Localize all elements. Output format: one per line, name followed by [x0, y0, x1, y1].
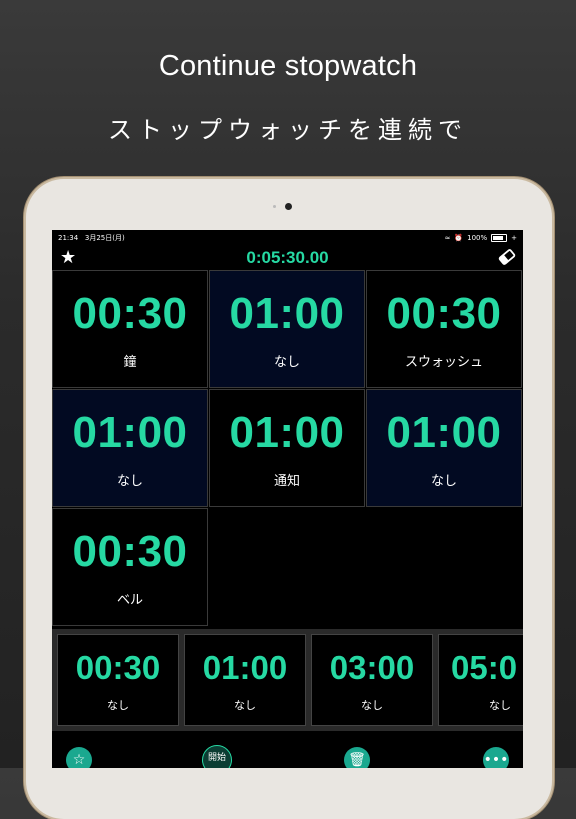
trash-icon: 🗑	[348, 752, 366, 768]
timer-time: 00:30	[72, 527, 188, 576]
timer-sound: なし	[273, 355, 300, 370]
star-outline-icon: ☆	[72, 752, 86, 768]
eraser-icon[interactable]	[497, 247, 517, 271]
headline-subtitle: ストップウォッチを連続で	[108, 116, 468, 144]
wifi-icon: ≈	[444, 234, 451, 242]
timer-sound: なし	[430, 474, 457, 489]
timer-cell[interactable]: 01:00 なし	[209, 270, 365, 388]
preset-bar: 00:30 なし 01:00 なし 03:00 なし 05:0 なし	[52, 629, 523, 731]
timer-time: 01:00	[72, 408, 188, 457]
more-button[interactable]: •••	[483, 747, 509, 768]
timer-cell[interactable]: 01:00 なし	[52, 389, 208, 507]
front-camera	[285, 203, 292, 210]
timer-time: 01:00	[229, 408, 345, 457]
nav-bar: ★ 0:05:30.00	[52, 246, 523, 270]
timer-sound: なし	[116, 474, 143, 489]
timer-sound: スウォッシュ	[404, 355, 483, 370]
timer-sound: ベル	[116, 593, 143, 608]
preset-time: 01:00	[202, 649, 288, 686]
battery-icon	[491, 234, 508, 242]
headline-title: Continue stopwatch	[158, 50, 418, 82]
timer-time: 01:00	[229, 289, 345, 338]
timer-sound: 鐘	[123, 355, 137, 370]
timer-cell[interactable]: 00:30 スウォッシュ	[366, 270, 522, 388]
alarm-icon: ⏰	[454, 234, 464, 242]
battery-percent: 100%	[467, 234, 488, 242]
timer-time: 01:00	[386, 408, 502, 457]
timer-cell[interactable]: 01:00 通知	[209, 389, 365, 507]
more-icon: •••	[483, 752, 509, 768]
front-sensor	[273, 205, 276, 208]
timer-sound: 通知	[273, 474, 300, 489]
timer-cell[interactable]: 00:30 ベル	[52, 508, 208, 626]
preset-item[interactable]: 01:00 なし	[184, 634, 306, 726]
app-screen: 21:34 3月25日(月) ≈ ⏰ 100% + ★ 0:05:30.00 0…	[52, 230, 523, 768]
preset-sound: なし	[361, 699, 383, 712]
preset-time: 05:0	[451, 649, 518, 686]
delete-button[interactable]: 🗑	[344, 747, 370, 768]
status-time: 21:34	[58, 234, 79, 242]
preset-time: 03:00	[329, 649, 415, 686]
bottom-toolbar: ☆ 開始 🗑 •••	[52, 731, 523, 768]
timer-cell[interactable]: 00:30 鐘	[52, 270, 208, 388]
timer-time: 00:30	[386, 289, 502, 338]
preset-sound: なし	[234, 699, 256, 712]
start-button[interactable]: 開始	[202, 745, 232, 768]
status-bar: 21:34 3月25日(月) ≈ ⏰ 100% +	[52, 230, 523, 246]
favorite-button[interactable]: ☆	[66, 747, 92, 768]
timer-cell[interactable]: 01:00 なし	[366, 389, 522, 507]
preset-item[interactable]: 00:30 なし	[57, 634, 179, 726]
total-time: 0:05:30.00	[246, 248, 329, 267]
preset-item[interactable]: 05:0 なし	[438, 634, 523, 726]
timer-time: 00:30	[72, 289, 188, 338]
preset-sound: なし	[489, 699, 511, 712]
preset-sound: なし	[107, 699, 129, 712]
preset-item[interactable]: 03:00 なし	[311, 634, 433, 726]
preset-time: 00:30	[75, 649, 161, 686]
status-date: 3月25日(月)	[84, 234, 125, 242]
charging-icon: +	[511, 234, 517, 242]
